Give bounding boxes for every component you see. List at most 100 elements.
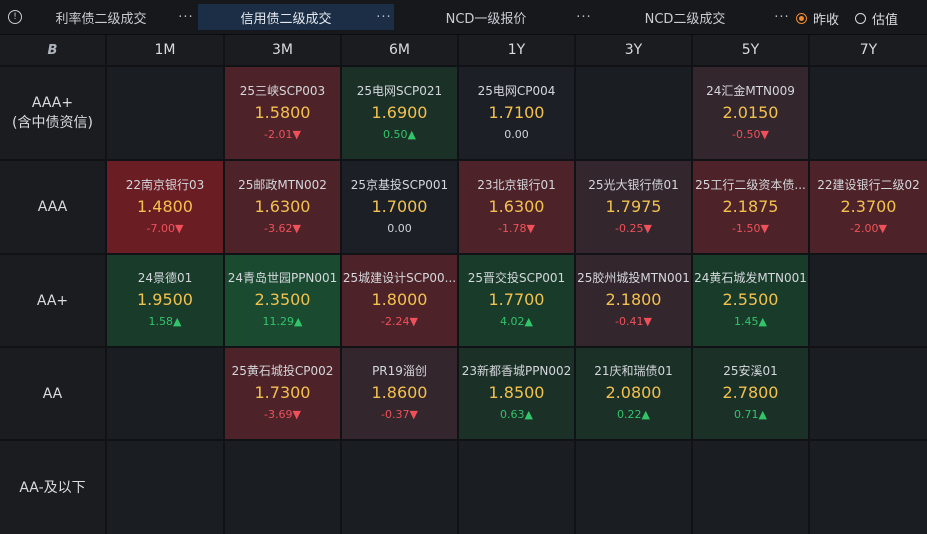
bond-change: -0.25▼ <box>615 221 652 235</box>
bond-cell[interactable]: 23新都香城PPN002 1.8500 0.63▲ <box>459 348 574 439</box>
row-header-rating: AA-及以下 <box>0 441 105 534</box>
bond-cell[interactable]: 25城建设计SCP00... 1.8000 -2.24▼ <box>342 255 457 346</box>
bond-change: 4.02▲ <box>500 315 533 328</box>
bond-name: 25城建设计SCP00... <box>342 271 457 285</box>
bond-yield: 1.8500 <box>488 383 545 402</box>
more-icon[interactable]: ··· <box>772 10 792 25</box>
row-header-rating: AAA+ (含中债资信) <box>0 67 105 159</box>
radio-label: 估值 <box>872 13 899 28</box>
bond-cell[interactable]: 25三峡SCP003 1.5800 -2.01▼ <box>225 67 340 159</box>
tab-label: NCD一级报价 <box>445 11 527 27</box>
column-header-7y: 7Y <box>810 35 927 65</box>
bond-cell[interactable]: 25电网SCP021 1.6900 0.50▲ <box>342 67 457 159</box>
tab-ncd-secondary[interactable]: NCD二级成交 ··· <box>598 4 792 30</box>
bond-change: 11.29▲ <box>262 315 303 328</box>
bond-name: 23北京银行01 <box>477 177 556 192</box>
bond-cell[interactable]: PR19淄创 1.8600 -0.37▼ <box>342 348 457 439</box>
bond-change: -2.00▼ <box>850 221 887 235</box>
empty-cell <box>107 67 223 159</box>
bond-cell[interactable]: 25胶州城投MTN001 2.1800 -0.41▼ <box>576 255 691 346</box>
bond-yield: 1.6300 <box>488 196 545 216</box>
bond-name: 22南京银行03 <box>125 177 205 192</box>
row-header-rating: AAA <box>0 161 105 253</box>
bond-cell[interactable]: 24景德01 1.9500 1.58▲ <box>107 255 223 346</box>
bond-yield: 1.9500 <box>137 290 193 309</box>
bond-cell[interactable]: 22建设银行二级02 2.3700 -2.00▼ <box>810 161 927 253</box>
radio-prev-close[interactable]: 昨收 <box>796 9 839 28</box>
info-icon[interactable]: ! <box>8 10 22 24</box>
row-header-rating: AA+ <box>0 255 105 346</box>
bond-yield: 1.8000 <box>371 290 428 309</box>
empty-cell <box>459 441 574 534</box>
bond-yield: 1.8600 <box>371 383 428 402</box>
bond-name: 25电网CP004 <box>477 83 556 98</box>
bond-cell[interactable]: 24汇金MTN009 2.0150 -0.50▼ <box>693 67 808 159</box>
bond-change: -0.37▼ <box>381 408 418 421</box>
bond-name: 22建设银行二级02 <box>817 177 920 192</box>
bond-cell[interactable]: 25晋交投SCP001 1.7700 4.02▲ <box>459 255 574 346</box>
row-header-rating: AA <box>0 348 105 439</box>
bond-cell[interactable]: 23北京银行01 1.6300 -1.78▼ <box>459 161 574 253</box>
bond-name: 24汇金MTN009 <box>706 83 795 98</box>
bond-yield: 2.1875 <box>722 196 779 216</box>
column-header-3m: 3M <box>225 35 340 65</box>
bond-name: 25邮政MTN002 <box>238 177 327 192</box>
bond-cell[interactable]: 25工行二级资本债... 2.1875 -1.50▼ <box>693 161 808 253</box>
bond-name: 25胶州城投MTN001 <box>577 271 690 285</box>
tab-label: 利率债二级成交 <box>55 11 147 27</box>
tab-ncd-primary-quote[interactable]: NCD一级报价 ··· <box>398 4 594 30</box>
bond-name: 25黄石城投CP002 <box>231 364 334 378</box>
bond-cell[interactable]: 25安溪01 2.7800 0.71▲ <box>693 348 808 439</box>
bond-cell[interactable]: 25京基投SCP001 1.7000 0.00 <box>342 161 457 253</box>
bond-change: -7.00▼ <box>146 221 184 235</box>
bond-yield: 2.3500 <box>254 290 311 309</box>
radio-selected-icon <box>796 13 807 24</box>
bond-change: -2.01▼ <box>264 127 301 141</box>
brand-logo: B <box>0 35 105 65</box>
bond-yield: 2.3700 <box>840 196 897 216</box>
empty-cell <box>810 255 927 346</box>
empty-cell <box>810 441 927 534</box>
bond-change: 1.45▲ <box>734 315 767 328</box>
bond-cell[interactable]: 24黄石城发MTN001 2.5500 1.45▲ <box>693 255 808 346</box>
bond-change: 0.22▲ <box>617 408 650 421</box>
column-header-1m: 1M <box>107 35 223 65</box>
bond-name: 25光大银行债01 <box>588 177 679 192</box>
tab-label: NCD二级成交 <box>644 11 726 27</box>
bond-change: 0.50▲ <box>383 127 416 141</box>
bond-name: 25电网SCP021 <box>356 83 443 98</box>
empty-cell <box>225 441 340 534</box>
bond-cell[interactable]: 25光大银行债01 1.7975 -0.25▼ <box>576 161 691 253</box>
bond-change: 0.71▲ <box>734 408 767 421</box>
bond-cell[interactable]: 24青岛世园PPN001 2.3500 11.29▲ <box>225 255 340 346</box>
bond-change: 0.00 <box>387 221 412 235</box>
more-icon[interactable]: ··· <box>176 10 196 25</box>
bond-yield: 1.6300 <box>254 196 311 216</box>
tab-label: 信用债二级成交 <box>240 11 332 27</box>
bond-yield: 2.1800 <box>605 290 662 309</box>
bond-change: -3.62▼ <box>264 221 301 235</box>
empty-cell <box>107 348 223 439</box>
bond-yield: 2.7800 <box>722 383 779 402</box>
tab-rate-bond-secondary[interactable]: 利率债二级成交 ··· <box>26 4 196 30</box>
bond-yield: 1.5800 <box>254 102 311 122</box>
bond-name: 25安溪01 <box>723 364 778 378</box>
empty-cell <box>810 67 927 159</box>
column-header-6m: 6M <box>342 35 457 65</box>
bond-change: -0.50▼ <box>732 127 769 141</box>
more-icon[interactable]: ··· <box>574 10 594 25</box>
bond-yield: 1.7100 <box>488 102 545 122</box>
bond-yield: 2.0800 <box>605 383 662 402</box>
radio-valuation[interactable]: 估值 <box>855 9 898 28</box>
bond-change: -1.50▼ <box>732 221 769 235</box>
bond-cell[interactable]: 25邮政MTN002 1.6300 -3.62▼ <box>225 161 340 253</box>
bond-cell[interactable]: 25电网CP004 1.7100 0.00 <box>459 67 574 159</box>
empty-cell <box>810 348 927 439</box>
bond-cell[interactable]: 22南京银行03 1.4800 -7.00▼ <box>107 161 223 253</box>
column-header-3y: 3Y <box>576 35 691 65</box>
bond-cell[interactable]: 25黄石城投CP002 1.7300 -3.69▼ <box>225 348 340 439</box>
more-icon[interactable]: ··· <box>374 10 394 25</box>
bond-change: -3.69▼ <box>264 408 301 421</box>
tab-credit-bond-secondary[interactable]: 信用债二级成交 ··· <box>198 4 394 30</box>
bond-cell[interactable]: 21庆和瑞债01 2.0800 0.22▲ <box>576 348 691 439</box>
